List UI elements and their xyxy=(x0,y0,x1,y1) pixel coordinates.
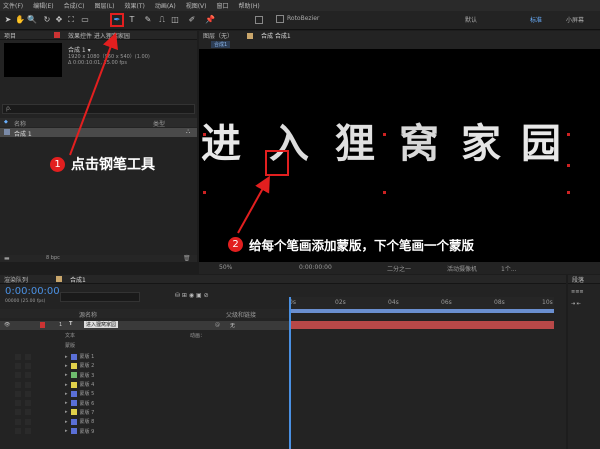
expand-arrow-icon[interactable]: ▸ xyxy=(65,400,68,406)
lock-box[interactable] xyxy=(25,381,31,388)
timeline-search-input[interactable] xyxy=(60,292,140,302)
ruler-label: 06s xyxy=(441,299,452,306)
mask-color-swatch[interactable] xyxy=(70,409,77,416)
mask-label[interactable]: 蒙版 4 xyxy=(80,381,95,388)
mask-label[interactable]: 蒙版 6 xyxy=(80,400,95,407)
mask-row[interactable]: ▸ 蒙版 5 xyxy=(0,389,289,398)
solo-box[interactable] xyxy=(15,418,21,425)
mask-color-swatch[interactable] xyxy=(70,428,77,435)
mask-label[interactable]: 蒙版 1 xyxy=(80,353,95,360)
viewer-timecode[interactable]: 0:00:00:00 xyxy=(299,264,332,271)
parent-pick-icon[interactable]: @ xyxy=(215,322,220,328)
work-area-bar[interactable] xyxy=(289,309,554,313)
timeline-timecode[interactable]: 0:00:00:00 xyxy=(5,286,60,297)
solo-box[interactable] xyxy=(15,372,21,379)
layer-duration-bar[interactable] xyxy=(289,321,554,329)
lock-box[interactable] xyxy=(25,418,31,425)
solo-box[interactable] xyxy=(15,400,21,407)
solo-box[interactable] xyxy=(15,409,21,416)
views-select[interactable]: 1个... xyxy=(501,264,517,273)
tab-render-queue[interactable]: 渲染队列 xyxy=(4,275,28,284)
text-layer-icon: T xyxy=(69,321,73,327)
layer-number: 1 xyxy=(59,322,63,328)
lock-box[interactable] xyxy=(25,400,31,407)
mask-color-swatch[interactable] xyxy=(70,372,77,379)
mask-label[interactable]: 蒙版 9 xyxy=(80,428,95,435)
mask-label[interactable]: 蒙版 7 xyxy=(80,409,95,416)
expand-arrow-icon[interactable]: ▸ xyxy=(65,372,68,378)
expand-arrow-icon[interactable]: ▸ xyxy=(65,419,68,425)
resolution-select[interactable]: 二分之一 xyxy=(387,264,411,273)
tab-paragraph[interactable]: 段落 xyxy=(572,275,584,284)
expand-arrow-icon[interactable]: ▸ xyxy=(65,354,68,360)
timeline-panel: 渲染队列 合成1 0:00:00:00 00000 (25.00 fps) ⛁ … xyxy=(0,275,566,449)
mask-color-swatch[interactable] xyxy=(70,381,77,388)
mask-label[interactable]: 蒙版 2 xyxy=(80,362,95,369)
lock-box[interactable] xyxy=(25,390,31,397)
lock-box[interactable] xyxy=(25,409,31,416)
col-parent-link[interactable]: 父级和链接 xyxy=(226,310,256,319)
align-icons[interactable]: ≡≡≡ xyxy=(571,289,584,295)
mask-color-swatch[interactable] xyxy=(70,400,77,407)
solo-box[interactable] xyxy=(15,390,21,397)
mask-row[interactable]: ▸ 蒙版 3 xyxy=(0,371,289,380)
lock-box[interactable] xyxy=(25,362,31,369)
viewer-controls: 50% 0:00:00:00 二分之一 活动摄像机 1个... xyxy=(199,262,600,274)
mask-row[interactable]: ▸ 蒙版 8 xyxy=(0,417,289,426)
animate-label[interactable]: 动画： xyxy=(190,332,205,339)
mask-color-swatch[interactable] xyxy=(70,418,77,425)
expand-arrow-icon[interactable]: ▸ xyxy=(65,391,68,397)
paragraph-panel: 段落 ≡≡≡ ⇥ ⇤ xyxy=(568,275,600,449)
expand-arrow-icon[interactable]: ▸ xyxy=(65,363,68,369)
indent-icons[interactable]: ⇥ ⇤ xyxy=(571,301,581,307)
mask-color-swatch[interactable] xyxy=(70,390,77,397)
tab-timeline-comp[interactable]: 合成1 xyxy=(70,275,86,284)
mask-row[interactable]: ▸ 蒙版 9 xyxy=(0,426,289,435)
mask-row[interactable]: ▸ 蒙版 1 xyxy=(0,352,289,361)
lock-box[interactable] xyxy=(25,372,31,379)
mask-color-swatch[interactable] xyxy=(70,362,77,369)
zoom-level[interactable]: 50% xyxy=(219,264,232,271)
expand-arrow-icon[interactable]: ▸ xyxy=(65,382,68,388)
parent-select[interactable]: 无 xyxy=(230,322,235,329)
timeline-comp-color-icon xyxy=(56,276,63,282)
solo-box[interactable] xyxy=(15,362,21,369)
mask-row[interactable]: ▸ 蒙版 2 xyxy=(0,361,289,370)
visibility-icon[interactable]: 👁 xyxy=(4,322,10,328)
solo-box[interactable] xyxy=(15,353,21,360)
masks-group-label[interactable]: 蒙版 xyxy=(65,342,75,349)
solo-box[interactable] xyxy=(15,381,21,388)
lock-box[interactable] xyxy=(25,353,31,360)
ruler-label: 08s xyxy=(494,299,505,306)
mask-row[interactable]: ▸ 蒙版 7 xyxy=(0,408,289,417)
arrow-to-pen-tool xyxy=(69,32,118,156)
timeline-frames: 00000 (25.00 fps) xyxy=(5,299,46,304)
solo-box[interactable] xyxy=(15,428,21,435)
mask-label[interactable]: 蒙版 3 xyxy=(80,372,95,379)
layer-name[interactable]: 进入狸窝家园 xyxy=(84,321,119,328)
ruler-label: 10s xyxy=(542,299,553,306)
playhead[interactable] xyxy=(289,297,291,449)
ruler-label: 04s xyxy=(388,299,399,306)
col-source-name[interactable]: 源名称 xyxy=(79,310,97,319)
timeline-switches-icon[interactable]: ⛁ ⊞ ◉ ▣ ⊘ xyxy=(175,292,209,299)
mask-label[interactable]: 蒙版 8 xyxy=(80,418,95,425)
camera-select[interactable]: 活动摄像机 xyxy=(447,264,477,273)
layer-row-main[interactable]: 👁 1 T 进入狸窝家园 @ 无 xyxy=(0,321,289,330)
lock-box[interactable] xyxy=(25,428,31,435)
mask-row[interactable]: ▸ 蒙版 4 xyxy=(0,380,289,389)
mask-label[interactable]: 蒙版 5 xyxy=(80,390,95,397)
ruler-label: 02s xyxy=(335,299,346,306)
mask-row[interactable]: ▸ 蒙版 6 xyxy=(0,399,289,408)
mask-color-swatch[interactable] xyxy=(70,353,77,360)
expand-arrow-icon[interactable]: ▸ xyxy=(65,428,68,434)
text-group-label[interactable]: 文本 xyxy=(65,332,75,339)
expand-arrow-icon[interactable]: ▸ xyxy=(65,409,68,415)
time-ruler[interactable]: 0s 02s 04s 06s 08s 10s xyxy=(289,297,554,309)
label-color-icon[interactable] xyxy=(40,322,45,328)
arrow-to-mask xyxy=(237,175,270,234)
